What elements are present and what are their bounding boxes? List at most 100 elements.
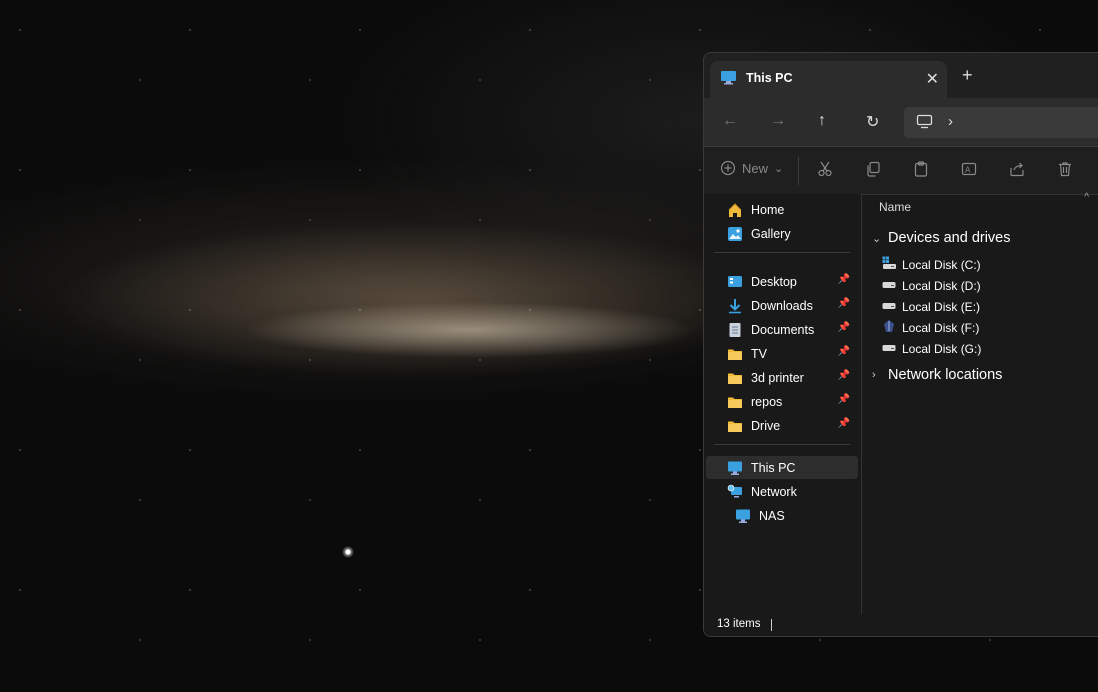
pin-icon[interactable]: 📌	[838, 346, 850, 357]
tab-title: This PC	[746, 71, 793, 85]
group-label: Devices and drives	[888, 230, 1011, 246]
item-count: 13 items	[717, 618, 761, 630]
navigation-bar: ← → ↑ ↻ ›	[704, 98, 1098, 147]
sidebar-item-label: TV	[751, 346, 767, 361]
sort-ascending-icon: ^	[1084, 192, 1089, 203]
drive-label: Local Disk (G:)	[902, 341, 982, 356]
tab-this-pc[interactable]: This PC ✕	[710, 61, 947, 98]
sidebar-item-tv[interactable]: TV 📌	[706, 342, 858, 365]
sidebar-item-drive[interactable]: Drive 📌	[706, 414, 858, 437]
this-pc-icon	[727, 460, 743, 476]
sidebar-item-label: repos	[751, 394, 783, 409]
pin-icon[interactable]: 📌	[838, 370, 850, 381]
drive-label: Local Disk (E:)	[902, 299, 981, 314]
drive-c[interactable]: Local Disk (C:)	[882, 256, 981, 273]
folder-icon	[727, 346, 743, 362]
sidebar-item-this-pc[interactable]: This PC	[706, 456, 858, 479]
pin-icon[interactable]: 📌	[838, 322, 850, 333]
this-pc-icon	[720, 70, 737, 90]
sidebar-item-label: 3d printer	[751, 370, 804, 385]
sidebar-item-label: Gallery	[751, 226, 791, 241]
refresh-button[interactable]: ↻	[866, 112, 879, 132]
up-button[interactable]: ↑	[818, 112, 826, 130]
file-explorer-window: This PC ✕ + ← → ↑ ↻ › New ⌄ A Home Galle…	[703, 52, 1098, 637]
hard-drive-icon	[882, 298, 896, 315]
custom-drive-icon	[882, 319, 896, 336]
drive-e[interactable]: Local Disk (E:)	[882, 298, 980, 315]
plus-circle-icon	[720, 160, 736, 176]
sidebar-item-3d-printer[interactable]: 3d printer 📌	[706, 366, 858, 389]
sidebar-item-label: Downloads	[751, 298, 813, 313]
title-bar: This PC ✕ +	[704, 53, 1098, 98]
drive-label: Local Disk (D:)	[902, 278, 981, 293]
drive-f[interactable]: Local Disk (F:)	[882, 319, 979, 336]
sidebar-divider	[714, 252, 850, 253]
computer-icon	[735, 508, 751, 524]
command-bar: New ⌄ A	[704, 147, 1098, 195]
folder-icon	[727, 418, 743, 434]
wallpaper-bright-star	[342, 546, 354, 558]
delete-icon[interactable]	[1057, 161, 1073, 181]
navigation-pane: Home Gallery Desktop 📌 Downloads 📌 Docum…	[704, 194, 862, 615]
gallery-icon	[727, 226, 743, 242]
sidebar-item-label: This PC	[751, 460, 796, 475]
sidebar-item-repos[interactable]: repos 📌	[706, 390, 858, 413]
group-network-locations[interactable]: › Network locations	[872, 367, 1002, 383]
chevron-down-icon: ⌄	[774, 162, 784, 175]
drive-label: Local Disk (F:)	[902, 320, 980, 335]
pin-icon[interactable]: 📌	[838, 394, 850, 405]
new-button-label: New	[742, 160, 769, 176]
address-bar[interactable]: ›	[904, 107, 1098, 138]
status-bar: 13 items	[704, 614, 1098, 636]
pin-icon[interactable]: 📌	[838, 298, 850, 309]
home-icon	[727, 202, 743, 218]
sidebar-item-label: Network	[751, 484, 797, 499]
cut-icon[interactable]	[817, 161, 833, 181]
pin-icon[interactable]: 📌	[838, 418, 850, 429]
group-devices-and-drives[interactable]: ⌄ Devices and drives	[872, 230, 1011, 246]
drive-d[interactable]: Local Disk (D:)	[882, 277, 981, 294]
share-icon[interactable]	[1009, 161, 1025, 181]
folder-icon	[727, 370, 743, 386]
hard-drive-icon	[882, 340, 896, 357]
sidebar-item-label: Desktop	[751, 274, 797, 289]
sidebar-item-label: NAS	[759, 508, 785, 523]
sidebar-item-documents[interactable]: Documents 📌	[706, 318, 858, 341]
new-button[interactable]: New ⌄	[720, 160, 783, 176]
chevron-down-icon[interactable]: ⌄	[872, 232, 882, 245]
forward-button[interactable]: →	[770, 112, 786, 130]
sidebar-item-network[interactable]: Network	[706, 480, 858, 503]
new-tab-button[interactable]: +	[962, 65, 973, 86]
copy-icon[interactable]	[865, 161, 881, 181]
drive-label: Local Disk (C:)	[902, 257, 981, 272]
sidebar-item-gallery[interactable]: Gallery	[706, 222, 858, 245]
rename-icon[interactable]: A	[961, 161, 977, 181]
toolbar-divider	[798, 157, 799, 185]
sidebar-item-label: Drive	[751, 418, 781, 433]
chevron-right-icon[interactable]: ›	[872, 369, 882, 381]
content-pane: Name ^ ⌄ Devices and drives Local Disk (…	[862, 192, 1098, 615]
tab-close-icon[interactable]: ✕	[926, 69, 939, 89]
hard-drive-icon	[882, 277, 896, 294]
sidebar-item-home[interactable]: Home	[706, 198, 858, 221]
folder-icon	[727, 394, 743, 410]
back-button[interactable]: ←	[722, 112, 738, 130]
paste-icon[interactable]	[913, 161, 929, 181]
svg-text:A: A	[965, 166, 971, 175]
documents-icon	[727, 322, 743, 338]
sidebar-item-label: Home	[751, 202, 785, 217]
breadcrumb-chevron-icon[interactable]: ›	[948, 113, 953, 130]
sidebar-item-nas[interactable]: NAS	[706, 504, 858, 527]
desktop-icon	[727, 274, 743, 290]
sidebar-item-desktop[interactable]: Desktop 📌	[706, 270, 858, 293]
column-header-name[interactable]: Name	[879, 200, 911, 214]
pin-icon[interactable]: 📌	[838, 274, 850, 285]
downloads-icon	[727, 298, 743, 314]
monitor-icon	[916, 114, 933, 134]
sidebar-divider	[714, 444, 850, 445]
sidebar-item-label: Documents	[751, 322, 815, 337]
sidebar-item-downloads[interactable]: Downloads 📌	[706, 294, 858, 317]
network-icon	[727, 484, 743, 500]
status-divider	[771, 619, 772, 631]
drive-g[interactable]: Local Disk (G:)	[882, 340, 981, 357]
